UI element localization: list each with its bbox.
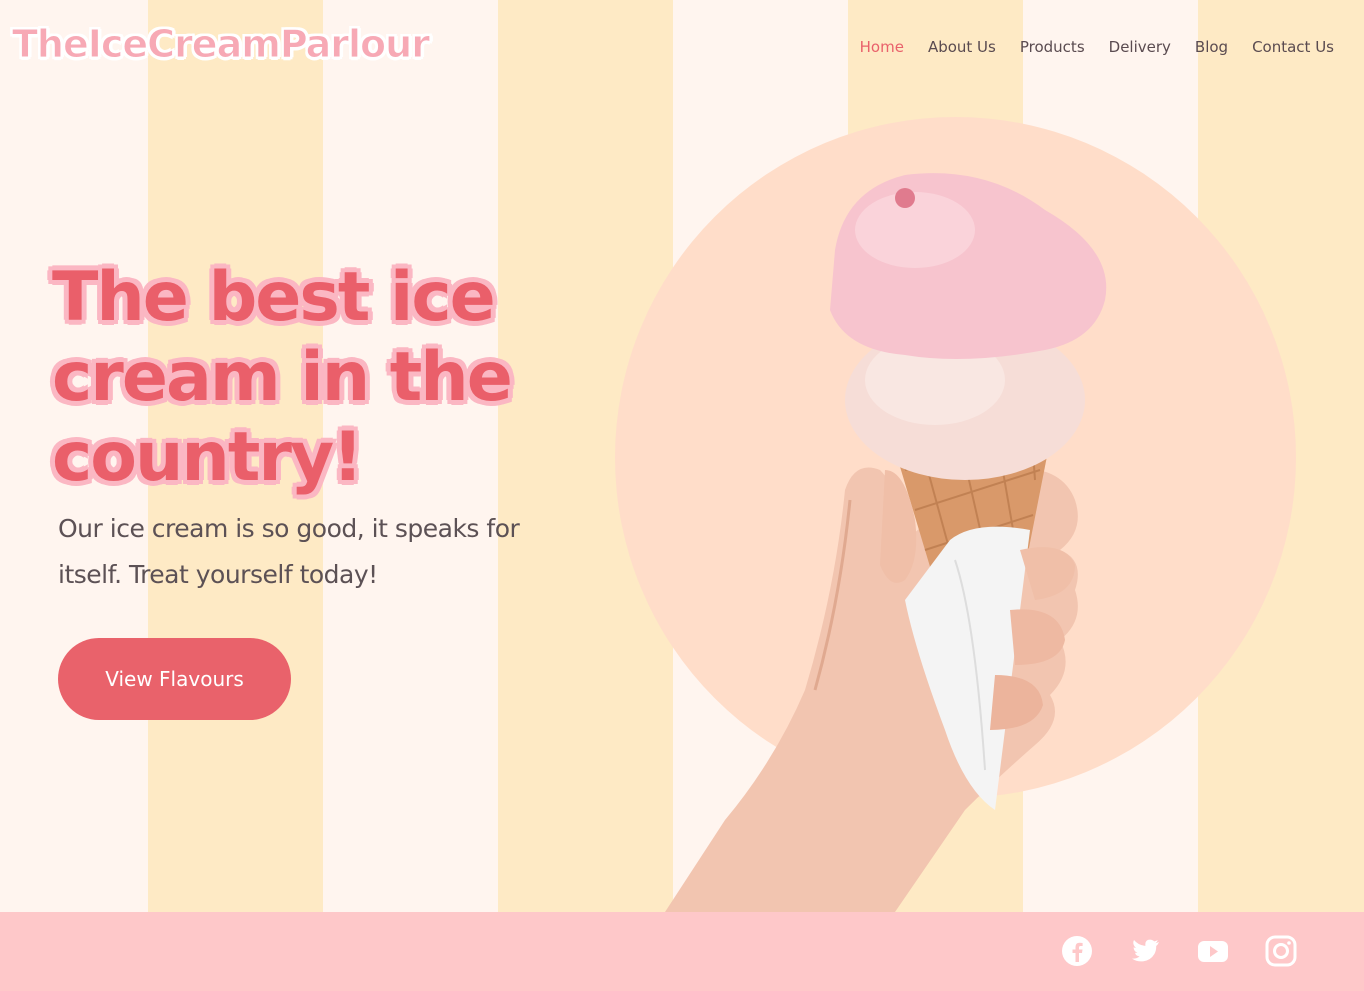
facebook-icon[interactable] [1060,934,1094,968]
footer-bar [0,912,1364,991]
ice-cream-cone-image [665,173,1107,912]
nav-delivery[interactable]: Delivery [1109,38,1171,56]
site-logo[interactable]: TheIceCreamParlour [12,22,431,67]
main-nav: Home About Us Products Delivery Blog Con… [860,38,1334,56]
nav-products[interactable]: Products [1020,38,1085,56]
nav-contact-us[interactable]: Contact Us [1252,38,1334,56]
youtube-icon[interactable] [1196,934,1230,968]
nav-about-us[interactable]: About Us [928,38,996,56]
nav-home[interactable]: Home [860,38,904,56]
instagram-icon[interactable] [1264,934,1298,968]
view-flavours-button[interactable]: View Flavours [58,638,291,720]
twitter-icon[interactable] [1128,934,1162,968]
hero-headline: The best ice cream in the country! [52,258,513,497]
nav-blog[interactable]: Blog [1195,38,1228,56]
hero-subtext: Our ice cream is so good, it speaks for … [58,514,520,589]
